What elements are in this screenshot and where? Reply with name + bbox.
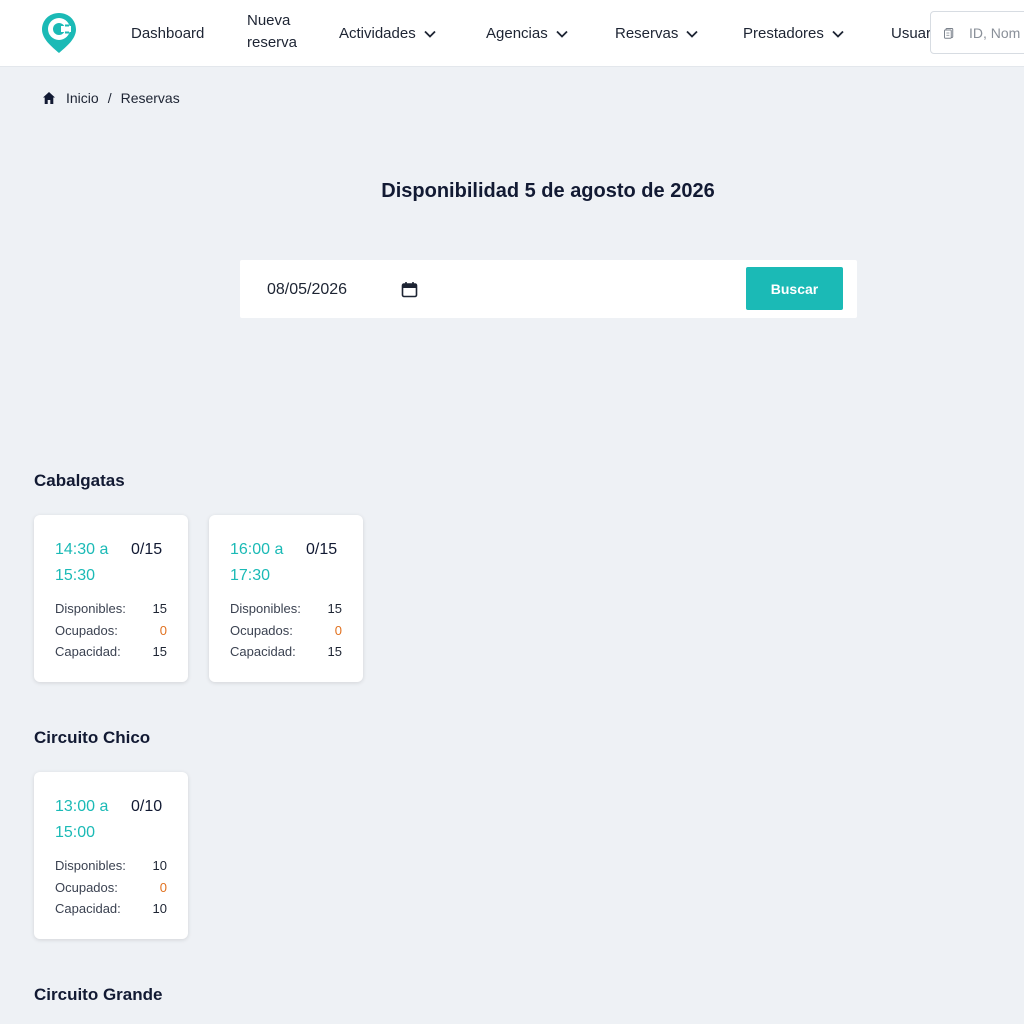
slot-card[interactable]: 14:30 a 15:30 0/15 Disponibles: 15 Ocupa… [34, 515, 188, 682]
breadcrumb: Inicio / Reservas [42, 88, 180, 108]
slot-time: 16:00 a 17:30 [230, 537, 300, 589]
stat-label: Ocupados: [55, 622, 118, 638]
search-button[interactable]: Buscar [746, 267, 843, 310]
nav-usuarios-label: Usuar [891, 25, 932, 42]
chevron-down-icon [686, 30, 698, 38]
top-navbar: Dashboard Nueva reserva Actividades Agen… [0, 0, 1024, 67]
stat-label: Disponibles: [230, 601, 301, 616]
date-input-value: 08/05/2026 [267, 281, 348, 298]
slot-ratio: 0/15 [306, 541, 338, 558]
stat-row-occupied: Ocupados: 0 [55, 620, 167, 642]
page-title: Disponibilidad 5 de agosto de 2026 [381, 180, 715, 202]
date-input[interactable]: 08/05/2026 [267, 277, 447, 303]
chevron-down-icon [424, 30, 436, 38]
home-icon[interactable] [42, 91, 56, 105]
slot-time-end: 15:00 [55, 824, 96, 841]
slot-ratio: 0/10 [131, 798, 163, 815]
stat-row-available: Disponibles: 15 [55, 598, 167, 620]
slot-time-start: 14:30 a [55, 541, 109, 558]
date-search-card: 08/05/2026 Buscar [240, 260, 857, 318]
slot-card[interactable]: 13:00 a 15:00 0/10 Disponibles: 10 Ocupa… [34, 772, 188, 939]
stat-value: 10 [152, 901, 167, 916]
slot-time-start: 16:00 a [230, 541, 284, 558]
breadcrumb-separator: / [107, 90, 112, 106]
stat-value: 15 [152, 601, 167, 616]
search-input[interactable] [969, 24, 1024, 41]
calendar-icon[interactable] [401, 281, 418, 298]
stat-label: Ocupados: [55, 879, 118, 895]
slot-stats: Disponibles: 10 Ocupados: 0 Capacidad: 1… [55, 855, 167, 920]
stat-value: 10 [152, 858, 167, 873]
slot-card[interactable]: 16:00 a 17:30 0/15 Disponibles: 15 Ocupa… [209, 515, 363, 682]
chevron-down-icon [556, 30, 568, 38]
stat-label: Disponibles: [55, 601, 126, 616]
stat-row-available: Disponibles: 15 [230, 598, 342, 620]
section-title-cabalgatas: Cabalgatas [34, 471, 125, 490]
stat-row-occupied: Ocupados: 0 [55, 877, 167, 899]
nav-nueva-reserva-line2: reserva [247, 34, 298, 51]
breadcrumb-current: Reservas [120, 90, 180, 106]
stat-value: 15 [327, 601, 342, 616]
clipboard-icon [944, 27, 954, 39]
stat-value: 15 [152, 644, 167, 659]
slot-time-start: 13:00 a [55, 798, 109, 815]
slot-ratio: 0/15 [131, 541, 163, 558]
stat-row-capacity: Capacidad: 15 [230, 641, 342, 663]
slot-stats: Disponibles: 15 Ocupados: 0 Capacidad: 1… [230, 598, 342, 663]
nav-nueva-reserva-line1: Nueva [247, 12, 291, 29]
chevron-down-icon [832, 30, 844, 38]
nav-agencias[interactable]: Agencias [486, 0, 568, 66]
stat-row-capacity: Capacidad: 10 [55, 898, 167, 920]
section-title-circuito-grande: Circuito Grande [34, 985, 163, 1004]
slot-time: 14:30 a 15:30 [55, 537, 125, 589]
stat-label: Capacidad: [55, 644, 121, 659]
breadcrumb-home-link[interactable]: Inicio [66, 90, 99, 106]
nav-agencias-label: Agencias [486, 25, 548, 42]
stat-value: 0 [159, 622, 167, 638]
nav-dashboard[interactable]: Dashboard [131, 0, 205, 66]
section-title-circuito-chico: Circuito Chico [34, 728, 151, 747]
nav-prestadores-label: Prestadores [743, 25, 824, 42]
logo-icon[interactable] [40, 11, 78, 55]
stat-label: Ocupados: [230, 622, 293, 638]
nav-actividades-label: Actividades [339, 25, 416, 42]
nav-prestadores[interactable]: Prestadores [743, 0, 844, 66]
stat-row-capacity: Capacidad: 15 [55, 641, 167, 663]
stat-value: 15 [327, 644, 342, 659]
stat-label: Disponibles: [55, 858, 126, 873]
stat-value: 0 [159, 879, 167, 895]
nav-usuarios[interactable]: Usuar [891, 0, 932, 66]
stat-row-occupied: Ocupados: 0 [230, 620, 342, 642]
slot-time-end: 17:30 [230, 567, 271, 584]
stat-row-available: Disponibles: 10 [55, 855, 167, 877]
slot-stats: Disponibles: 15 Ocupados: 0 Capacidad: 1… [55, 598, 167, 663]
search-box [930, 11, 1024, 54]
stat-label: Capacidad: [55, 901, 121, 916]
nav-reservas-label: Reservas [615, 25, 679, 42]
nav-nueva-reserva[interactable]: Nueva reserva [247, 10, 297, 54]
nav-actividades[interactable]: Actividades [339, 0, 436, 66]
nav-dashboard-label: Dashboard [131, 25, 205, 42]
nav-reservas[interactable]: Reservas [615, 0, 698, 66]
slot-time: 13:00 a 15:00 [55, 794, 125, 846]
stat-value: 0 [334, 622, 342, 638]
stat-label: Capacidad: [230, 644, 296, 659]
slot-time-end: 15:30 [55, 567, 96, 584]
